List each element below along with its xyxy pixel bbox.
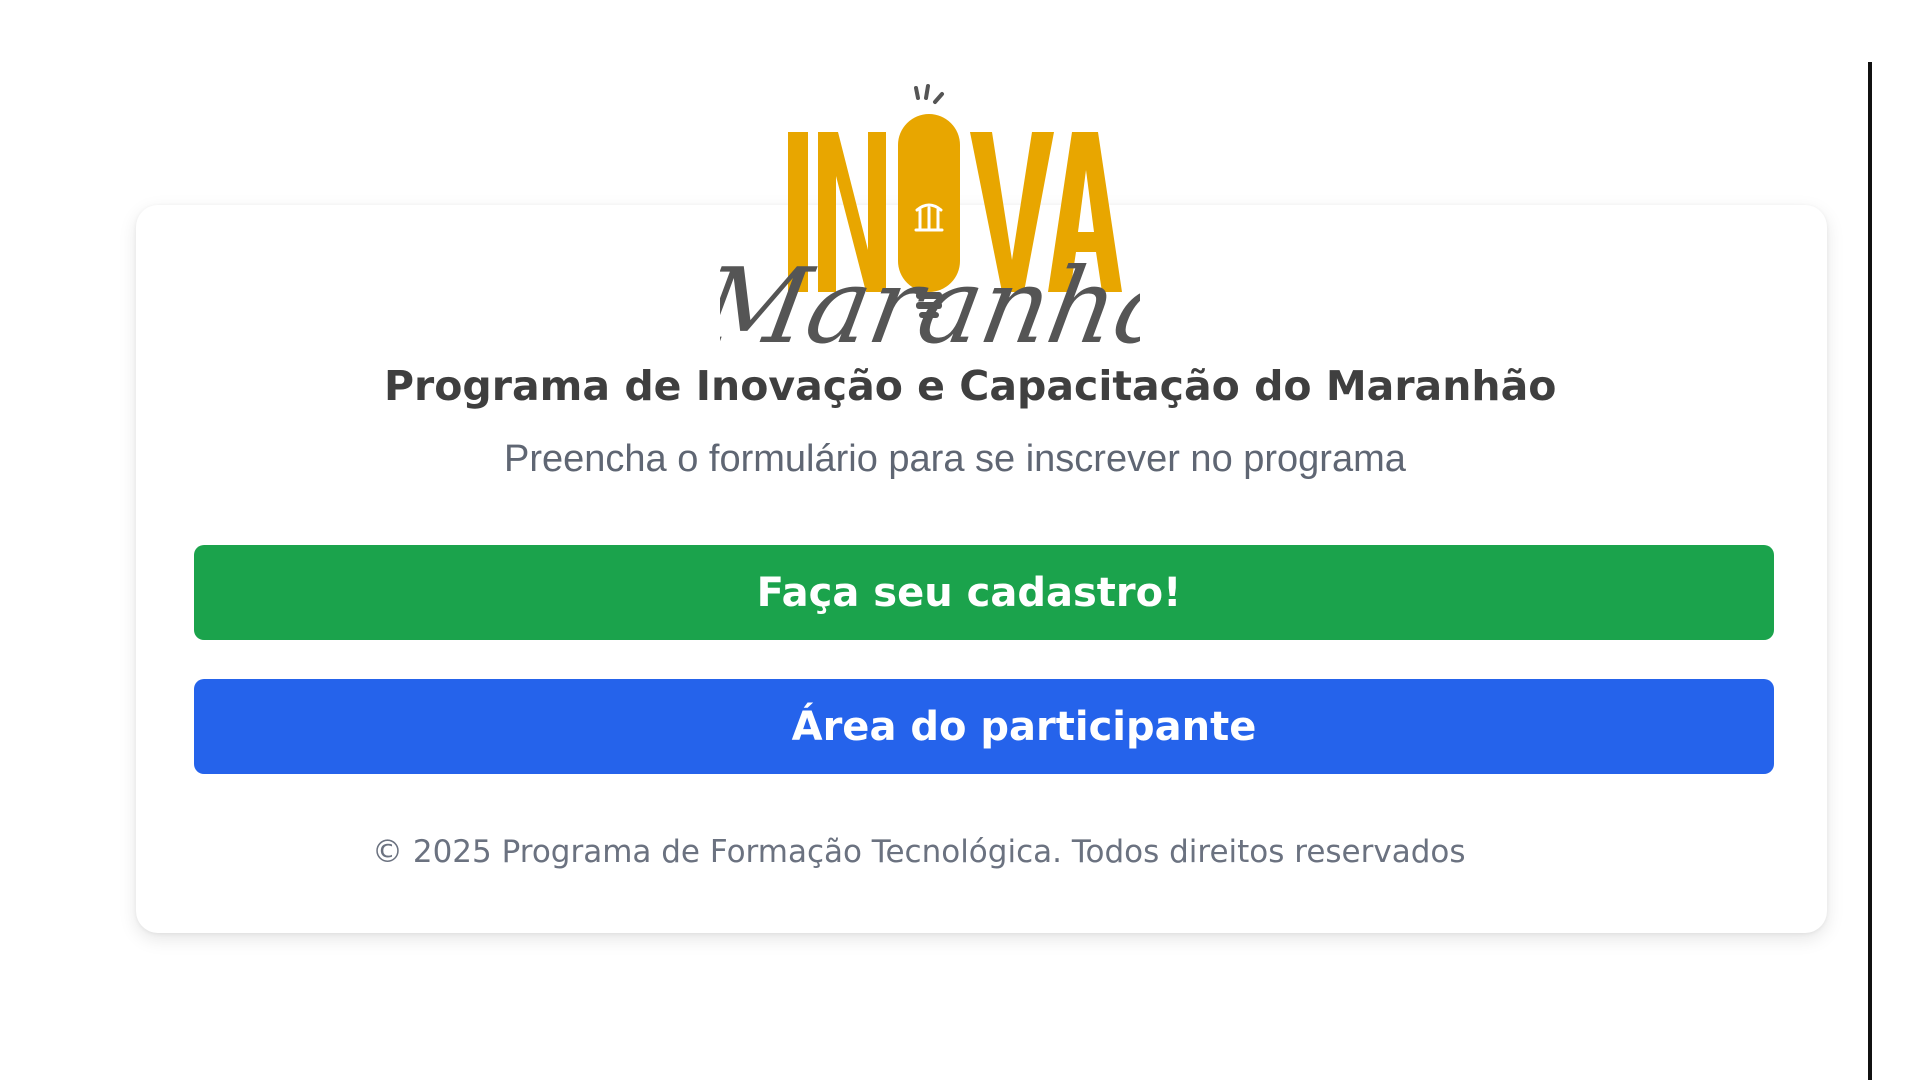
page-subtitle: Preencha o formulário para se inscrever … bbox=[504, 438, 1406, 480]
lightbulb-icon bbox=[914, 203, 944, 232]
register-button-label: Faça seu cadastro! bbox=[756, 569, 1182, 616]
svg-text:Maranhão: Maranhão bbox=[720, 246, 1140, 360]
right-edge-divider bbox=[1868, 62, 1872, 1080]
participant-area-button-label: Área do participante bbox=[791, 703, 1257, 750]
landing-page: Maranhão Programa de Inovação e Capacita… bbox=[0, 0, 1920, 1080]
participant-area-button[interactable]: Área do participante bbox=[194, 679, 1774, 774]
inova-maranhao-logo: Maranhão bbox=[720, 80, 1140, 360]
footer-copyright: © 2025 Programa de Formação Tecnológica.… bbox=[372, 834, 1466, 870]
register-button[interactable]: Faça seu cadastro! bbox=[194, 545, 1774, 640]
page-title: Programa de Inovação e Capacitação do Ma… bbox=[384, 362, 1557, 410]
